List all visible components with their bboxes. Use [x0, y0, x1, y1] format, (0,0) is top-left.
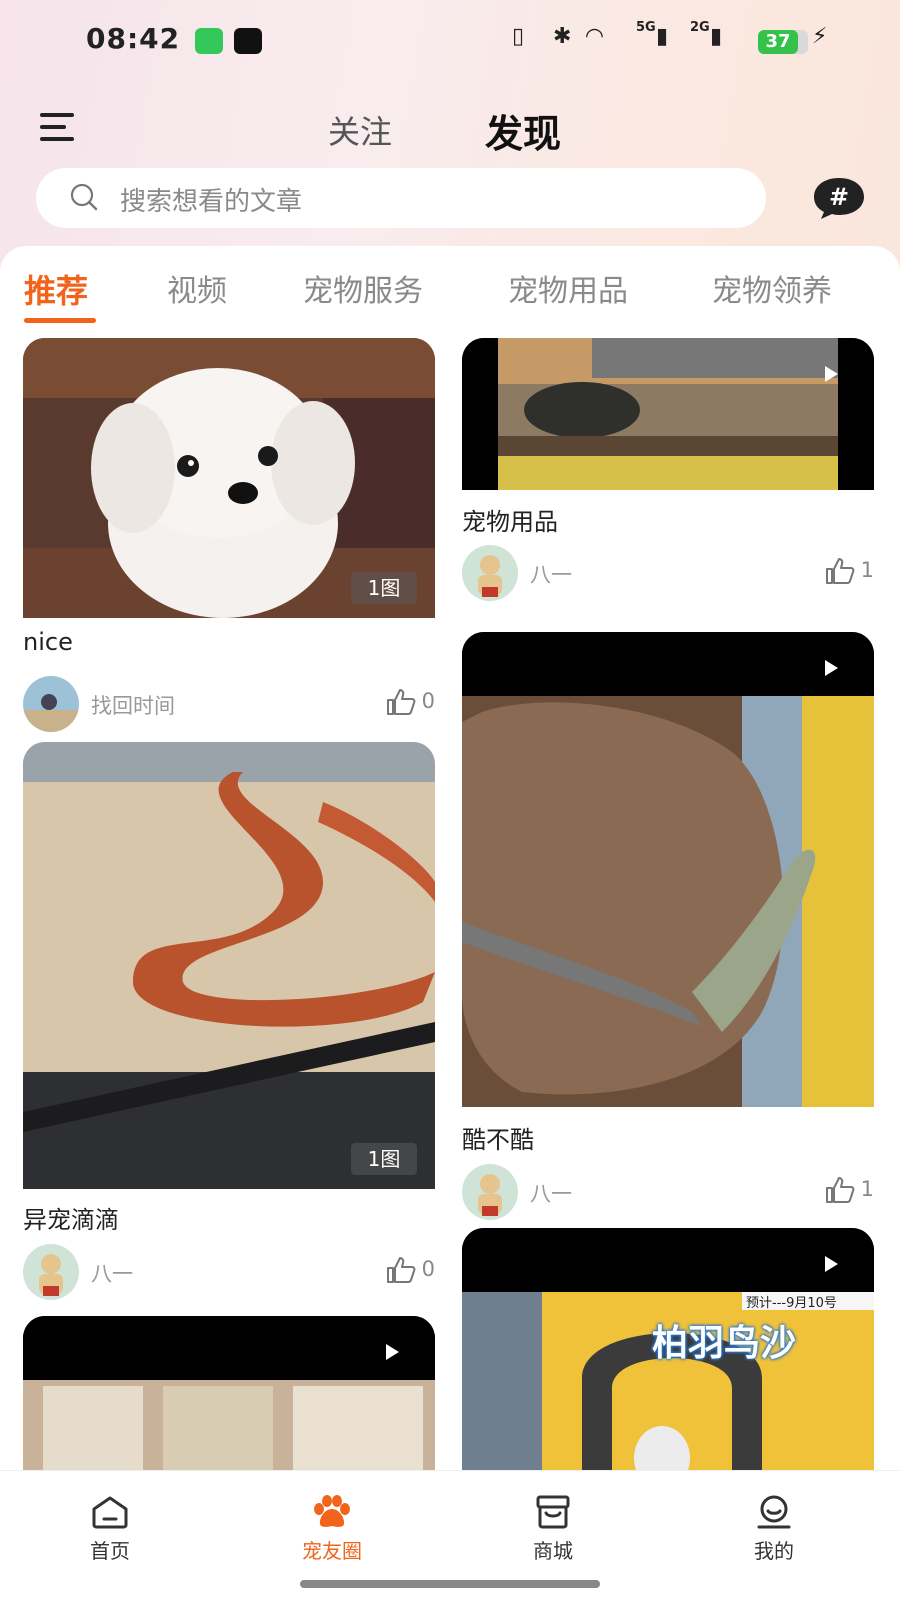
post-video-bird-shop[interactable]: 预计---9月10号 柏羽鸟沙	[462, 1228, 874, 1476]
battery-percent: 37	[765, 31, 791, 52]
post-card[interactable]: 1图 nice 找回时间 0	[23, 338, 435, 732]
author-avatar[interactable]	[23, 1244, 79, 1300]
post-title[interactable]: 酷不酷	[462, 1120, 534, 1155]
post-card[interactable]: 预计---9月10号 柏羽鸟沙	[462, 1228, 874, 1476]
thumbs-up-icon	[825, 1177, 855, 1203]
category-active-indicator	[24, 318, 96, 323]
category-tab-recommend[interactable]: 推荐	[24, 266, 88, 312]
snake-photo	[23, 742, 435, 1189]
like-button[interactable]: 1	[825, 1176, 874, 1204]
like-count: 0	[421, 689, 435, 713]
nav-label: 商城	[533, 1539, 573, 1563]
battery-icon: 37	[758, 30, 808, 54]
post-video-terrarium[interactable]	[23, 1316, 435, 1476]
author-name[interactable]: 八一	[91, 1258, 133, 1288]
play-icon	[825, 366, 838, 382]
category-tabs: 推荐 视频 宠物服务 宠物用品 宠物领养	[0, 266, 900, 326]
signal-2g-icon: 2G	[690, 20, 710, 35]
messages-app-icon	[195, 28, 223, 54]
post-title[interactable]: 宠物用品	[462, 502, 558, 537]
search-input[interactable]: 搜索想看的文章	[36, 168, 766, 228]
store-icon	[536, 1495, 570, 1529]
like-button[interactable]: 0	[386, 1256, 435, 1284]
tiktok-app-icon	[234, 28, 262, 54]
paw-icon	[314, 1495, 350, 1527]
terrarium-video-frame	[23, 1316, 435, 1476]
like-count: 1	[860, 1177, 874, 1201]
vibrate-icon: ▯	[512, 24, 525, 49]
nav-label: 宠友圈	[302, 1539, 362, 1563]
post-title[interactable]: 异宠滴滴	[23, 1200, 119, 1235]
nav-store[interactable]: 商城	[493, 1495, 613, 1564]
shop-date-text: 预计---9月10号	[746, 1296, 837, 1311]
wifi-icon: ◠	[586, 24, 603, 49]
author-name[interactable]: 八一	[530, 559, 572, 589]
author-avatar[interactable]	[462, 1164, 518, 1220]
image-count-badge: 1图	[351, 1143, 417, 1175]
nav-home[interactable]: 首页	[50, 1495, 170, 1564]
topic-hashtag-icon[interactable]: #	[812, 176, 866, 220]
category-tab-video[interactable]: 视频	[167, 266, 227, 310]
thumbs-up-icon	[386, 689, 416, 715]
thumbs-up-icon	[825, 558, 855, 584]
search-placeholder: 搜索想看的文章	[120, 187, 303, 217]
image-count-badge: 1图	[351, 572, 417, 604]
nav-label: 我的	[754, 1539, 794, 1563]
post-video-tortoise[interactable]	[462, 338, 874, 490]
status-bar: 08:42 ▯ ✱ ◠ 5G ▮ 2G ▮ 37 ⚡	[0, 18, 900, 62]
top-header: 关注 发现	[0, 95, 900, 165]
tab-follow[interactable]: 关注	[328, 107, 392, 153]
post-image-snake[interactable]: 1图	[23, 742, 435, 1189]
search-icon	[70, 183, 98, 211]
user-icon	[757, 1495, 791, 1529]
feed-content: 推荐 视频 宠物服务 宠物用品 宠物领养 1图 nice 找回时间 0 1图 异…	[0, 246, 900, 1476]
post-card[interactable]	[23, 1316, 435, 1476]
category-tab-pet-supplies[interactable]: 宠物用品	[508, 266, 628, 310]
signal-bars-icon: ▮	[656, 24, 669, 49]
post-title[interactable]: nice	[23, 628, 73, 656]
signal-bars-icon-2: ▮	[710, 24, 723, 49]
post-video-iguana[interactable]	[462, 632, 874, 1107]
bluetooth-icon: ✱	[553, 24, 572, 49]
nav-label: 首页	[90, 1539, 130, 1563]
tab-discover[interactable]: 发现	[485, 103, 561, 158]
like-button[interactable]: 1	[825, 557, 874, 585]
author-name[interactable]: 八一	[530, 1178, 572, 1208]
home-indicator[interactable]	[300, 1580, 600, 1588]
home-icon	[92, 1496, 128, 1529]
thumbs-up-icon	[386, 1257, 416, 1283]
like-count: 0	[421, 1257, 435, 1281]
author-name[interactable]: 找回时间	[91, 690, 175, 720]
author-avatar[interactable]	[23, 676, 79, 732]
post-card[interactable]: 宠物用品 八一 1	[462, 338, 874, 601]
status-time: 08:42	[86, 22, 181, 55]
signal-5g-icon: 5G	[636, 20, 656, 35]
svg-text:#: #	[829, 183, 849, 211]
menu-icon[interactable]	[40, 113, 76, 141]
charging-icon: ⚡	[812, 24, 828, 49]
shop-sign-text: 柏羽鸟沙	[652, 1323, 797, 1364]
play-icon	[825, 660, 838, 676]
play-icon	[386, 1344, 399, 1360]
like-button[interactable]: 0	[386, 688, 435, 716]
author-avatar[interactable]	[462, 545, 518, 601]
post-image-puppy[interactable]: 1图	[23, 338, 435, 618]
category-tab-pet-adoption[interactable]: 宠物领养	[712, 266, 832, 310]
category-tab-pet-service[interactable]: 宠物服务	[303, 266, 423, 310]
nav-pet-circle[interactable]: 宠友圈	[272, 1495, 392, 1564]
post-card[interactable]: 1图 异宠滴滴 八一 0	[23, 742, 435, 1302]
nav-profile[interactable]: 我的	[714, 1495, 834, 1564]
post-card[interactable]: 酷不酷 八一 1	[462, 632, 874, 1220]
like-count: 1	[860, 558, 874, 582]
play-icon	[825, 1256, 838, 1272]
tortoise-video-frame	[462, 338, 874, 490]
iguana-video-frame	[462, 632, 874, 1107]
